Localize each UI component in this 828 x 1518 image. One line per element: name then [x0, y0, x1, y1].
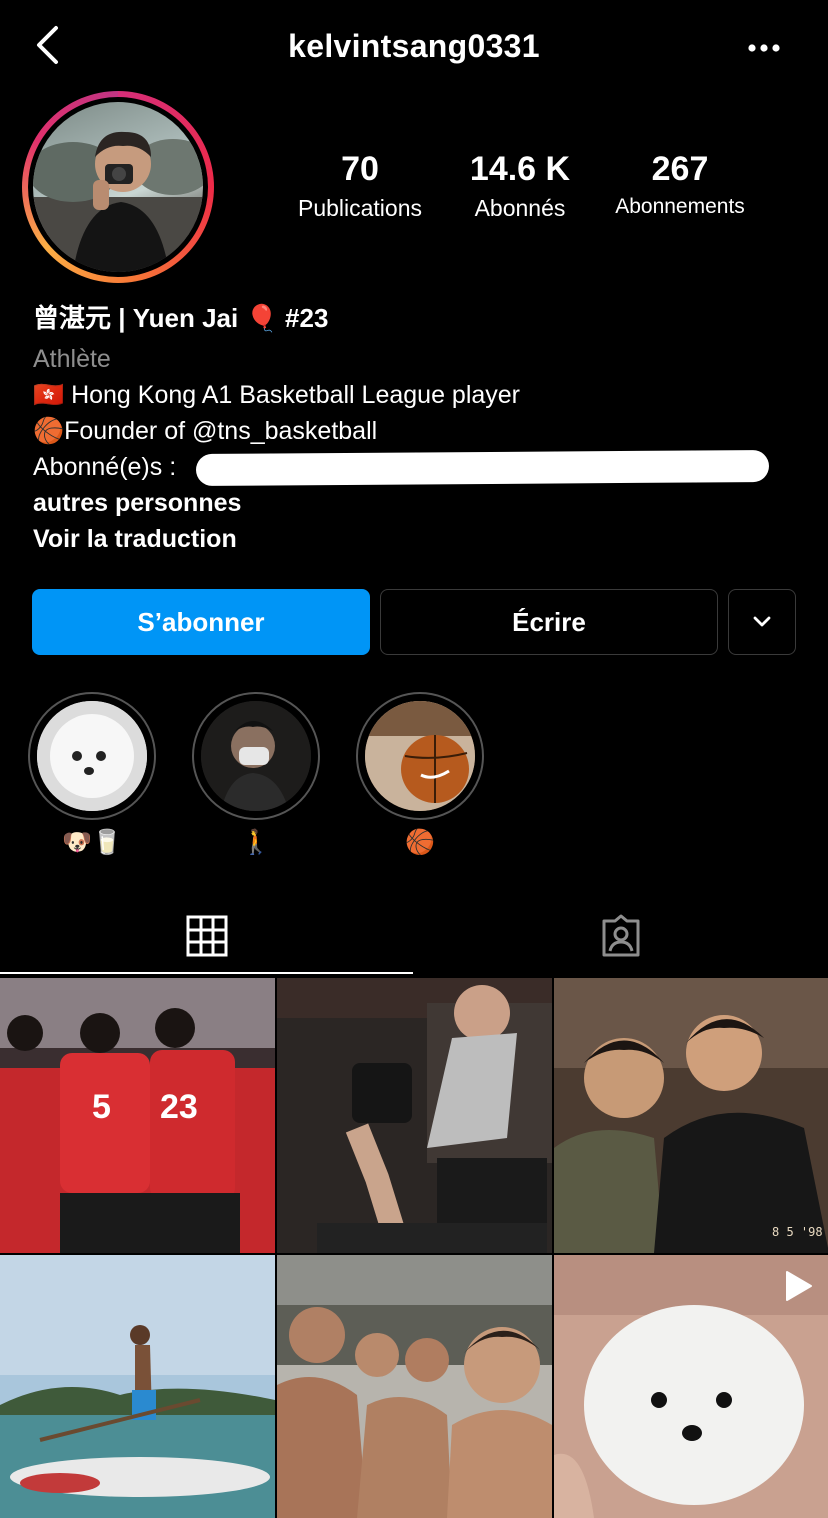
- more-horizontal-icon: [748, 44, 780, 52]
- active-tab-indicator: [0, 972, 413, 974]
- post-tile[interactable]: [277, 1255, 552, 1518]
- followers-count[interactable]: 14.6 K Abonnés: [435, 150, 605, 222]
- see-translation-link[interactable]: Voir la traduction: [33, 521, 803, 557]
- followed-by-others[interactable]: autres personnes: [33, 485, 803, 521]
- post-tile[interactable]: [277, 978, 552, 1253]
- highlight-1-label: 🐶🥛: [62, 829, 122, 856]
- posts-count-value: 70: [341, 150, 379, 188]
- profile-display-name: 曾湛元 | Yuen Jai 🎈 #23: [33, 303, 329, 333]
- bio-line-founder: 🏀Founder of @tns_basketball: [33, 417, 378, 445]
- post-image-team-huddle: 5 23: [0, 978, 275, 1253]
- highlight-3[interactable]: [356, 692, 484, 820]
- suggested-dropdown-button[interactable]: [728, 589, 796, 655]
- profile-username: kelvintsang0331: [288, 28, 540, 64]
- post-tile[interactable]: 5 23: [0, 978, 275, 1253]
- svg-text:5: 5: [92, 1088, 111, 1126]
- highlight-1[interactable]: [28, 692, 156, 820]
- tagged-user-icon: [602, 914, 640, 957]
- post-tile[interactable]: [0, 1255, 275, 1518]
- message-button[interactable]: Écrire: [380, 589, 718, 655]
- photo-date-stamp: 8 5 '98: [772, 1225, 823, 1239]
- more-options-button[interactable]: [742, 30, 786, 66]
- post-image-friends-selfie: 8 5 '98: [554, 978, 828, 1253]
- follow-button[interactable]: S’abonner: [32, 589, 370, 655]
- profile-avatar[interactable]: [22, 91, 214, 283]
- post-tile[interactable]: 8 5 '98: [554, 978, 828, 1253]
- tab-posts-grid[interactable]: [0, 896, 414, 976]
- following-count-value: 267: [651, 150, 709, 188]
- highlight-1-cover: [37, 701, 147, 811]
- bio-line-league: 🇭🇰 Hong Kong A1 Basketball League player: [33, 381, 521, 409]
- followers-count-value: 14.6 K: [469, 150, 571, 188]
- highlight-3-label: 🏀: [405, 829, 435, 856]
- post-image-beach-group: [277, 1255, 552, 1518]
- highlight-2[interactable]: [192, 692, 320, 820]
- tab-tagged[interactable]: [414, 896, 828, 976]
- svg-text:23: 23: [160, 1088, 198, 1126]
- highlight-3-cover: [365, 701, 475, 811]
- posts-count-label: Publications: [297, 195, 423, 221]
- post-image-gym: [277, 978, 552, 1253]
- following-count-label: Abonnements: [615, 195, 745, 218]
- chevron-down-icon: [753, 616, 771, 627]
- following-count[interactable]: 267 Abonnements: [595, 150, 765, 219]
- avatar-photo: [33, 102, 203, 272]
- highlight-2-label: 🚶: [241, 829, 271, 856]
- post-tile[interactable]: [554, 1255, 828, 1518]
- highlight-2-cover: [201, 701, 311, 811]
- posts-count[interactable]: 70 Publications: [275, 150, 445, 222]
- grid-icon: [186, 915, 228, 957]
- redaction-mark: [195, 450, 770, 486]
- video-play-icon: [786, 1271, 812, 1301]
- profile-category: Athlète: [33, 345, 111, 373]
- post-image-paddleboard: [0, 1255, 275, 1518]
- followers-count-label: Abonnés: [474, 195, 566, 221]
